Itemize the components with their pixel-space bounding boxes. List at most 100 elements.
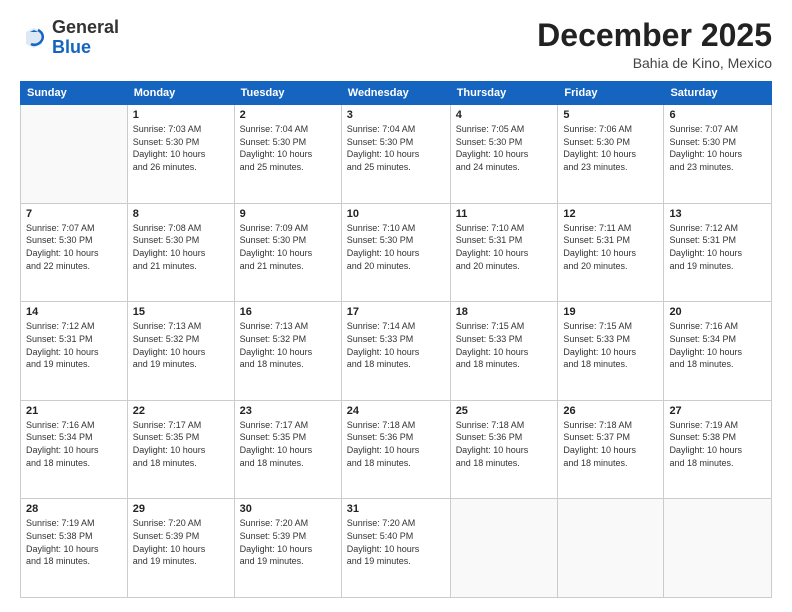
week-row-4: 21 Sunrise: 7:16 AM Sunset: 5:34 PM Dayli… — [21, 400, 772, 499]
day-number: 14 — [26, 306, 122, 318]
day-number: 26 — [563, 405, 658, 417]
day-number: 6 — [669, 109, 766, 121]
day-number: 13 — [669, 208, 766, 220]
logo-blue: Blue — [52, 38, 119, 58]
calendar-cell-w4-d5: 26 Sunrise: 7:18 AM Sunset: 5:37 PM Dayli… — [558, 400, 664, 499]
day-info: Sunrise: 7:06 AM Sunset: 5:30 PM Dayligh… — [563, 123, 658, 173]
col-sunday: Sunday — [21, 82, 128, 105]
day-number: 18 — [456, 306, 553, 318]
day-info: Sunrise: 7:19 AM Sunset: 5:38 PM Dayligh… — [26, 517, 122, 567]
calendar-cell-w4-d0: 21 Sunrise: 7:16 AM Sunset: 5:34 PM Dayli… — [21, 400, 128, 499]
calendar-header-row: Sunday Monday Tuesday Wednesday Thursday… — [21, 82, 772, 105]
calendar-cell-w4-d6: 27 Sunrise: 7:19 AM Sunset: 5:38 PM Dayli… — [664, 400, 772, 499]
col-friday: Friday — [558, 82, 664, 105]
calendar-cell-w5-d0: 28 Sunrise: 7:19 AM Sunset: 5:38 PM Dayli… — [21, 499, 128, 598]
day-info: Sunrise: 7:04 AM Sunset: 5:30 PM Dayligh… — [240, 123, 336, 173]
day-info: Sunrise: 7:15 AM Sunset: 5:33 PM Dayligh… — [456, 320, 553, 370]
calendar-cell-w3-d1: 15 Sunrise: 7:13 AM Sunset: 5:32 PM Dayli… — [127, 302, 234, 401]
day-info: Sunrise: 7:17 AM Sunset: 5:35 PM Dayligh… — [240, 419, 336, 469]
calendar-cell-w4-d1: 22Sunrise: 7:17 AM Sunset: 5:35 PM Dayli… — [127, 400, 234, 499]
calendar-cell-w2-d5: 12Sunrise: 7:11 AM Sunset: 5:31 PM Dayli… — [558, 203, 664, 302]
day-number: 23 — [240, 405, 336, 417]
day-number: 11 — [456, 208, 553, 220]
calendar-cell-w5-d6 — [664, 499, 772, 598]
calendar-cell-w4-d4: 25 Sunrise: 7:18 AM Sunset: 5:36 PM Dayli… — [450, 400, 558, 499]
day-number: 8 — [133, 208, 229, 220]
calendar-cell-w5-d5 — [558, 499, 664, 598]
day-info: Sunrise: 7:13 AM Sunset: 5:32 PM Dayligh… — [133, 320, 229, 370]
calendar-cell-w1-d0 — [21, 105, 128, 204]
calendar-cell-w3-d0: 14 Sunrise: 7:12 AM Sunset: 5:31 PM Dayli… — [21, 302, 128, 401]
day-info: Sunrise: 7:18 AM Sunset: 5:36 PM Dayligh… — [347, 419, 445, 469]
day-info: Sunrise: 7:04 AM Sunset: 5:30 PM Dayligh… — [347, 123, 445, 173]
logo-icon — [20, 24, 48, 52]
location-title: Bahia de Kino, Mexico — [537, 55, 772, 71]
day-info: Sunrise: 7:16 AM Sunset: 5:34 PM Dayligh… — [26, 419, 122, 469]
week-row-5: 28 Sunrise: 7:19 AM Sunset: 5:38 PM Dayli… — [21, 499, 772, 598]
calendar-cell-w2-d4: 11 Sunrise: 7:10 AM Sunset: 5:31 PM Dayli… — [450, 203, 558, 302]
day-info: Sunrise: 7:20 AM Sunset: 5:40 PM Dayligh… — [347, 517, 445, 567]
calendar-cell-w3-d5: 19 Sunrise: 7:15 AM Sunset: 5:33 PM Dayli… — [558, 302, 664, 401]
calendar-cell-w1-d5: 5Sunrise: 7:06 AM Sunset: 5:30 PM Daylig… — [558, 105, 664, 204]
calendar-cell-w3-d6: 20Sunrise: 7:16 AM Sunset: 5:34 PM Dayli… — [664, 302, 772, 401]
header-row: General Blue December 2025 Bahia de Kino… — [20, 18, 772, 71]
calendar-cell-w5-d1: 29 Sunrise: 7:20 AM Sunset: 5:39 PM Dayli… — [127, 499, 234, 598]
logo: General Blue — [20, 18, 119, 58]
calendar-cell-w2-d2: 9 Sunrise: 7:09 AM Sunset: 5:30 PM Daylig… — [234, 203, 341, 302]
day-number: 1 — [133, 109, 229, 121]
logo-general: General — [52, 18, 119, 38]
calendar: Sunday Monday Tuesday Wednesday Thursday… — [20, 81, 772, 598]
page: General Blue December 2025 Bahia de Kino… — [0, 0, 792, 612]
day-number: 27 — [669, 405, 766, 417]
calendar-cell-w2-d1: 8 Sunrise: 7:08 AM Sunset: 5:30 PM Daylig… — [127, 203, 234, 302]
day-number: 29 — [133, 503, 229, 515]
week-row-1: 1 Sunrise: 7:03 AM Sunset: 5:30 PM Daylig… — [21, 105, 772, 204]
day-number: 31 — [347, 503, 445, 515]
calendar-cell-w4-d3: 24 Sunrise: 7:18 AM Sunset: 5:36 PM Dayli… — [341, 400, 450, 499]
day-number: 2 — [240, 109, 336, 121]
day-info: Sunrise: 7:20 AM Sunset: 5:39 PM Dayligh… — [133, 517, 229, 567]
day-number: 22 — [133, 405, 229, 417]
day-info: Sunrise: 7:15 AM Sunset: 5:33 PM Dayligh… — [563, 320, 658, 370]
day-number: 9 — [240, 208, 336, 220]
day-info: Sunrise: 7:12 AM Sunset: 5:31 PM Dayligh… — [669, 222, 766, 272]
day-number: 19 — [563, 306, 658, 318]
day-number: 24 — [347, 405, 445, 417]
col-saturday: Saturday — [664, 82, 772, 105]
month-title: December 2025 — [537, 18, 772, 53]
day-info: Sunrise: 7:03 AM Sunset: 5:30 PM Dayligh… — [133, 123, 229, 173]
day-info: Sunrise: 7:09 AM Sunset: 5:30 PM Dayligh… — [240, 222, 336, 272]
calendar-cell-w3-d2: 16Sunrise: 7:13 AM Sunset: 5:32 PM Dayli… — [234, 302, 341, 401]
day-info: Sunrise: 7:10 AM Sunset: 5:31 PM Dayligh… — [456, 222, 553, 272]
calendar-cell-w5-d2: 30Sunrise: 7:20 AM Sunset: 5:39 PM Dayli… — [234, 499, 341, 598]
day-info: Sunrise: 7:10 AM Sunset: 5:30 PM Dayligh… — [347, 222, 445, 272]
day-info: Sunrise: 7:20 AM Sunset: 5:39 PM Dayligh… — [240, 517, 336, 567]
calendar-cell-w2-d0: 7Sunrise: 7:07 AM Sunset: 5:30 PM Daylig… — [21, 203, 128, 302]
col-wednesday: Wednesday — [341, 82, 450, 105]
calendar-cell-w1-d3: 3 Sunrise: 7:04 AM Sunset: 5:30 PM Daylig… — [341, 105, 450, 204]
calendar-cell-w3-d4: 18 Sunrise: 7:15 AM Sunset: 5:33 PM Dayli… — [450, 302, 558, 401]
calendar-cell-w4-d2: 23 Sunrise: 7:17 AM Sunset: 5:35 PM Dayli… — [234, 400, 341, 499]
day-info: Sunrise: 7:05 AM Sunset: 5:30 PM Dayligh… — [456, 123, 553, 173]
calendar-cell-w1-d4: 4Sunrise: 7:05 AM Sunset: 5:30 PM Daylig… — [450, 105, 558, 204]
day-number: 25 — [456, 405, 553, 417]
day-number: 28 — [26, 503, 122, 515]
day-number: 15 — [133, 306, 229, 318]
day-number: 3 — [347, 109, 445, 121]
calendar-cell-w5-d4 — [450, 499, 558, 598]
day-info: Sunrise: 7:14 AM Sunset: 5:33 PM Dayligh… — [347, 320, 445, 370]
day-info: Sunrise: 7:18 AM Sunset: 5:37 PM Dayligh… — [563, 419, 658, 469]
day-info: Sunrise: 7:12 AM Sunset: 5:31 PM Dayligh… — [26, 320, 122, 370]
day-info: Sunrise: 7:07 AM Sunset: 5:30 PM Dayligh… — [26, 222, 122, 272]
calendar-cell-w1-d1: 1 Sunrise: 7:03 AM Sunset: 5:30 PM Daylig… — [127, 105, 234, 204]
day-info: Sunrise: 7:18 AM Sunset: 5:36 PM Dayligh… — [456, 419, 553, 469]
day-number: 16 — [240, 306, 336, 318]
title-block: December 2025 Bahia de Kino, Mexico — [537, 18, 772, 71]
week-row-2: 7Sunrise: 7:07 AM Sunset: 5:30 PM Daylig… — [21, 203, 772, 302]
day-number: 17 — [347, 306, 445, 318]
calendar-cell-w1-d6: 6Sunrise: 7:07 AM Sunset: 5:30 PM Daylig… — [664, 105, 772, 204]
week-row-3: 14 Sunrise: 7:12 AM Sunset: 5:31 PM Dayli… — [21, 302, 772, 401]
day-number: 21 — [26, 405, 122, 417]
day-info: Sunrise: 7:19 AM Sunset: 5:38 PM Dayligh… — [669, 419, 766, 469]
day-info: Sunrise: 7:08 AM Sunset: 5:30 PM Dayligh… — [133, 222, 229, 272]
